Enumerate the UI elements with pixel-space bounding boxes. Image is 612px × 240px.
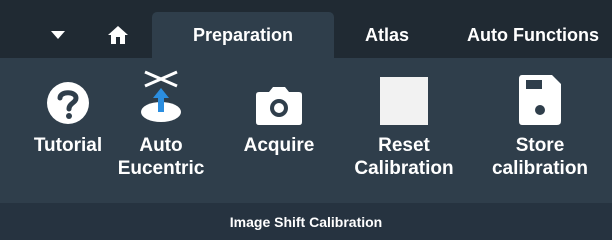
tutorial-button[interactable]: Tutorial [20, 58, 116, 203]
store-calibration-label: Store calibration [491, 135, 589, 179]
camera-icon [256, 87, 302, 125]
tab-atlas-label: Atlas [364, 24, 409, 45]
tutorial-label: Tutorial [33, 135, 103, 156]
tab-preparation[interactable]: Preparation [152, 12, 334, 58]
group-title: Image Shift Calibration [229, 213, 383, 230]
auto-eucentric-icon-wrap [131, 66, 191, 126]
ribbon-panel: Tutorial Auto Eucentric Acquire Reset Ca… [0, 58, 612, 203]
auto-eucentric-label: Auto Eucentric [117, 135, 205, 179]
acquire-label: Acquire [243, 135, 315, 156]
tab-preparation-label: Preparation [192, 24, 294, 45]
tab-auto-functions-label: Auto Functions [467, 24, 599, 45]
caret-down-icon [51, 31, 65, 39]
reset-calibration-icon-wrap [374, 66, 434, 126]
reset-calibration-label: Reset Calibration [354, 135, 454, 179]
tab-bar: Preparation Atlas Auto Functions [0, 0, 612, 58]
tutorial-icon-wrap [38, 66, 98, 126]
acquire-button[interactable]: Acquire [226, 58, 332, 203]
tab-atlas[interactable]: Atlas [344, 12, 430, 58]
store-calibration-icon-wrap [510, 66, 570, 126]
tab-auto-functions[interactable]: Auto Functions [442, 12, 612, 58]
auto-eucentric-button[interactable]: Auto Eucentric [117, 58, 205, 203]
question-icon [47, 82, 89, 124]
home-button[interactable] [96, 12, 140, 58]
save-icon [519, 75, 561, 125]
reset-icon [380, 77, 428, 125]
ribbon-group-footer: Image Shift Calibration [0, 203, 612, 240]
eucentric-icon [141, 70, 181, 122]
dropdown-button[interactable] [28, 12, 88, 58]
acquire-icon-wrap [249, 66, 309, 126]
reset-calibration-button[interactable]: Reset Calibration [340, 58, 468, 203]
store-calibration-button[interactable]: Store calibration [478, 58, 602, 203]
home-icon [108, 26, 128, 44]
